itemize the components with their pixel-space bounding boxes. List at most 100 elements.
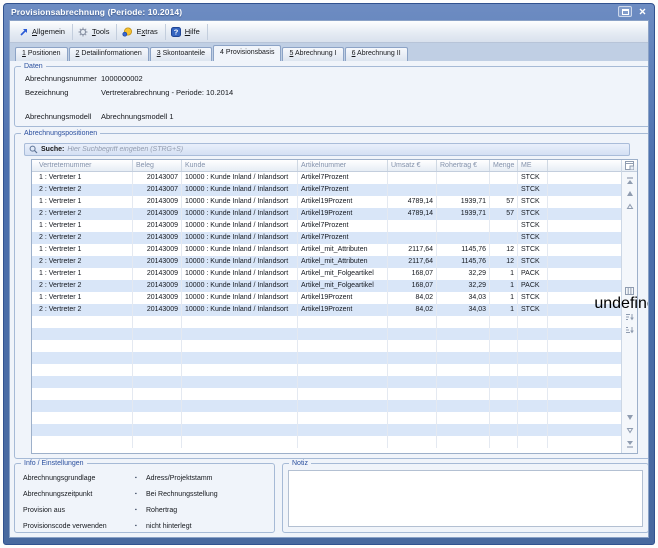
- cell: [388, 172, 437, 184]
- cell: [133, 388, 182, 400]
- search-bar: Suche:: [24, 143, 630, 156]
- label-rest: Provisionsbasis: [224, 49, 275, 56]
- info-value: Rohertrag: [146, 507, 177, 514]
- table-row[interactable]: 2 : Vertreter 22014300910000 : Kunde Inl…: [32, 232, 621, 244]
- search-icon[interactable]: undefined: [623, 297, 637, 310]
- cell: PACK: [518, 280, 548, 292]
- cell: 168,07: [388, 268, 437, 280]
- tab-abrechnung-1[interactable]: 5 Abrechnung I: [282, 47, 343, 61]
- column-header-Vertreternummer[interactable]: Vertreternummer: [32, 160, 133, 171]
- tab-positionen[interactable]: 1 Positionen: [15, 47, 68, 61]
- window-frame: AllgemeinToolsExtras?Hilfe 1 Positionen2…: [9, 20, 649, 538]
- cell: Artikel7Prozent: [298, 172, 388, 184]
- tab-detailinformationen[interactable]: 2 Detailinformationen: [69, 47, 149, 61]
- cell: 32,29: [437, 268, 490, 280]
- search-icon: [29, 145, 38, 154]
- page-up-icon[interactable]: [623, 200, 637, 213]
- cell: [182, 352, 298, 364]
- cell: 2 : Vertreter 2: [32, 184, 133, 196]
- cell: [32, 364, 133, 376]
- table-row-empty: [32, 376, 621, 388]
- cell: [548, 220, 621, 232]
- cell: [32, 436, 133, 448]
- scroll-down-icon[interactable]: [623, 411, 637, 424]
- table-row[interactable]: 2 : Vertreter 22014300910000 : Kunde Inl…: [32, 256, 621, 268]
- column-header-Menge[interactable]: Menge: [490, 160, 518, 171]
- notiz-legend: Notiz: [289, 459, 311, 468]
- restore-button[interactable]: [618, 6, 632, 17]
- cell: [548, 424, 621, 436]
- cell: [182, 340, 298, 352]
- table-row[interactable]: 1 : Vertreter 12014300710000 : Kunde Inl…: [32, 172, 621, 184]
- column-header-Umsatz €[interactable]: Umsatz €: [388, 160, 437, 171]
- cell: [518, 424, 548, 436]
- cell: [182, 412, 298, 424]
- table-row[interactable]: 2 : Vertreter 22014300910000 : Kunde Inl…: [32, 280, 621, 292]
- cell: [548, 196, 621, 208]
- cell: [133, 352, 182, 364]
- table-row[interactable]: 2 : Vertreter 22014300910000 : Kunde Inl…: [32, 304, 621, 316]
- cell: 20143007: [133, 184, 182, 196]
- column-header-Artikelnummer[interactable]: Artikelnummer: [298, 160, 388, 171]
- cell: [437, 184, 490, 196]
- cell: [518, 412, 548, 424]
- cell: [133, 436, 182, 448]
- table-row[interactable]: 1 : Vertreter 12014300910000 : Kunde Inl…: [32, 220, 621, 232]
- column-header-Beleg[interactable]: Beleg: [133, 160, 182, 171]
- scroll-up-icon[interactable]: [623, 187, 637, 200]
- table-row[interactable]: 2 : Vertreter 22014300710000 : Kunde Inl…: [32, 184, 621, 196]
- search-input[interactable]: [67, 144, 625, 155]
- daten-field-label: Bezeichnung: [25, 88, 101, 97]
- daten-legend: Daten: [21, 62, 46, 71]
- cell: [182, 400, 298, 412]
- cell: 10000 : Kunde Inland / Inlandsort: [182, 268, 298, 280]
- cell: [298, 328, 388, 340]
- scroll-top-icon[interactable]: [623, 174, 637, 187]
- table-row[interactable]: 1 : Vertreter 12014300910000 : Kunde Inl…: [32, 196, 621, 208]
- table-row[interactable]: 1 : Vertreter 12014300910000 : Kunde Inl…: [32, 292, 621, 304]
- cell: [32, 328, 133, 340]
- column-header-ME[interactable]: ME: [518, 160, 548, 171]
- table-row[interactable]: 2 : Vertreter 22014300910000 : Kunde Inl…: [32, 208, 621, 220]
- cell: [518, 364, 548, 376]
- menu-item-allgemein[interactable]: Allgemein: [13, 24, 73, 40]
- grid-scroll-strip[interactable]: undefined: [621, 160, 637, 453]
- scroll-bottom-icon[interactable]: [623, 437, 637, 450]
- cell: Artikel7Prozent: [298, 232, 388, 244]
- cell: [32, 424, 133, 436]
- notiz-textarea[interactable]: [288, 470, 643, 527]
- info-value: nicht hinterlegt: [146, 523, 192, 530]
- column-header-filler[interactable]: [548, 160, 621, 171]
- label-rest: llgemein: [37, 27, 65, 36]
- menu-item-hilfe[interactable]: ?Hilfe: [166, 24, 208, 40]
- column-header-Rohertrag €[interactable]: Rohertrag €: [437, 160, 490, 171]
- menu-item-extras[interactable]: Extras: [117, 24, 165, 40]
- page-down-icon[interactable]: [623, 424, 637, 437]
- table-row[interactable]: 1 : Vertreter 12014300910000 : Kunde Inl…: [32, 268, 621, 280]
- cell: [548, 244, 621, 256]
- close-button[interactable]: [636, 6, 648, 17]
- title-bar[interactable]: Provisionsabrechnung (Periode: 10.2014): [4, 4, 654, 19]
- cell: 12: [490, 244, 518, 256]
- daten-field-label: Abrechnungsnummer: [25, 74, 101, 83]
- cell: 1: [490, 268, 518, 280]
- info-row: Provisionscode verwenden▪nicht hinterleg…: [15, 518, 274, 534]
- cell: [388, 424, 437, 436]
- cell: [548, 328, 621, 340]
- cell: [518, 316, 548, 328]
- tab-abrechnung-2[interactable]: 6 Abrechnung II: [345, 47, 408, 61]
- sort-desc-icon[interactable]: [623, 323, 637, 336]
- table-row[interactable]: 1 : Vertreter 12014300910000 : Kunde Inl…: [32, 244, 621, 256]
- menu-item-tools[interactable]: Tools: [73, 24, 118, 40]
- cell: 1: [490, 292, 518, 304]
- cell: 20143007: [133, 172, 182, 184]
- table-row-empty: [32, 424, 621, 436]
- tab-provisionsbasis[interactable]: 4 Provisionsbasis: [213, 45, 281, 61]
- column-chooser-icon[interactable]: [622, 160, 637, 172]
- column-header-Kunde[interactable]: Kunde: [182, 160, 298, 171]
- sort-asc-icon[interactable]: [623, 310, 637, 323]
- cell: [548, 184, 621, 196]
- tab-skontoanteile[interactable]: 3 Skontoanteile: [150, 47, 212, 61]
- cell: [490, 352, 518, 364]
- cell: 2 : Vertreter 2: [32, 208, 133, 220]
